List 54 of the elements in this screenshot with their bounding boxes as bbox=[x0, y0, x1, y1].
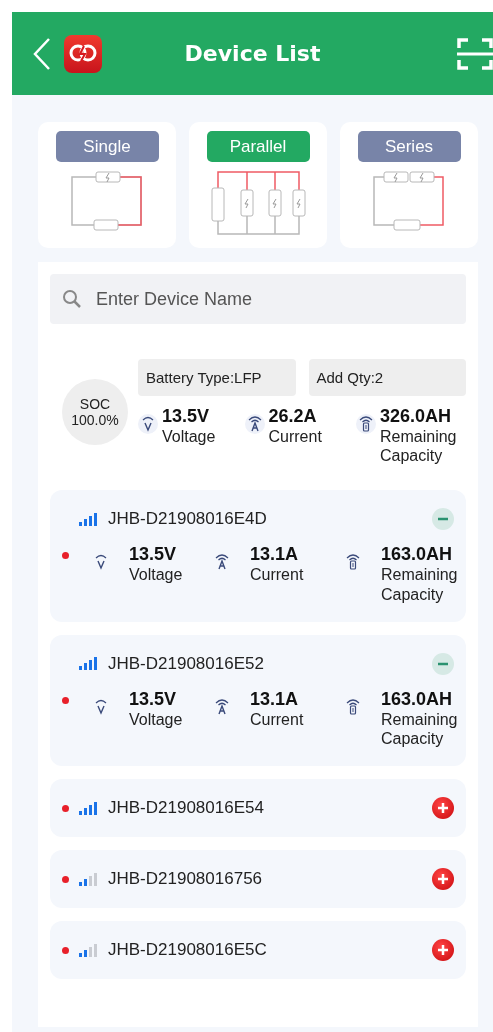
remove-button[interactable] bbox=[432, 652, 454, 675]
add-button[interactable] bbox=[432, 939, 454, 962]
voltage-icon bbox=[138, 414, 158, 434]
page-title: Device List bbox=[184, 41, 321, 66]
device-name: JHB-D21908016E5C bbox=[108, 940, 268, 961]
search-icon bbox=[62, 289, 82, 309]
add-button[interactable] bbox=[432, 797, 454, 820]
battery-type-label: Battery Type:LFP bbox=[138, 359, 296, 396]
quantity-label: Add Qty:2 bbox=[308, 359, 466, 396]
device-name: JHB-D21908016756 bbox=[108, 869, 264, 890]
back-button[interactable] bbox=[32, 36, 52, 71]
device-card[interactable]: JHB-D21908016756 bbox=[50, 850, 466, 909]
plus-icon bbox=[437, 873, 449, 886]
battery-icon bbox=[356, 414, 376, 434]
device-card[interactable]: JHB-D21908016E4D 13.5V Voltage 13.1A Current 163.0AH Remaining Capacity bbox=[50, 490, 466, 622]
plus-icon bbox=[437, 802, 449, 815]
metric-value: 163.0AH bbox=[381, 688, 454, 710]
metric-label: Current bbox=[250, 565, 304, 585]
device-name: JHB-D21908016E4D bbox=[108, 509, 268, 530]
device-card[interactable]: JHB-D21908016E52 13.5V Voltage 13.1A Current 163.0AH Remaining Capacity bbox=[50, 634, 466, 767]
series-circuit-icon bbox=[372, 170, 446, 234]
search-field[interactable]: Enter Device Name bbox=[50, 274, 466, 324]
device-name: JHB-D21908016E52 bbox=[108, 653, 265, 674]
metric-label: Remaining Capacity bbox=[380, 427, 458, 466]
add-button[interactable] bbox=[432, 868, 454, 891]
single-circuit-icon bbox=[70, 170, 144, 234]
current-icon bbox=[244, 414, 265, 434]
remove-button[interactable] bbox=[432, 508, 454, 531]
metric-value: 13.5V bbox=[129, 688, 178, 710]
logo-icon bbox=[64, 34, 102, 73]
metric-value: 13.5V bbox=[162, 406, 211, 427]
metric-value: 13.1A bbox=[250, 544, 300, 566]
metric-label: Remaining Capacity bbox=[381, 565, 458, 604]
parallel-circuit-icon bbox=[210, 170, 306, 236]
metric-label: Voltage bbox=[162, 427, 216, 447]
metric-value: 13.1A bbox=[250, 688, 300, 710]
metric-value: 163.0AH bbox=[381, 544, 454, 566]
mode-tab[interactable]: Series bbox=[357, 131, 461, 162]
metric-value: 13.5V bbox=[129, 544, 178, 566]
metric-label: Current bbox=[250, 709, 304, 729]
scan-button[interactable] bbox=[457, 37, 493, 70]
search-input[interactable]: Enter Device Name bbox=[94, 287, 454, 311]
metric-label: Remaining Capacity bbox=[381, 709, 458, 749]
mode-tab[interactable]: Single bbox=[55, 131, 159, 162]
device-name: JHB-D21908016E54 bbox=[108, 798, 265, 819]
metric-label: Voltage bbox=[129, 565, 183, 585]
device-card[interactable]: JHB-D21908016E54 bbox=[50, 779, 466, 838]
soc-indicator: SOC 100.0% bbox=[62, 379, 128, 446]
metric-value: 26.2A bbox=[268, 406, 318, 427]
device-card[interactable]: JHB-D21908016E5C bbox=[50, 921, 466, 980]
metric-value: 326.0AH bbox=[380, 406, 453, 427]
metric-label: Current bbox=[268, 427, 322, 447]
plus-icon bbox=[437, 944, 449, 957]
metric-label: Voltage bbox=[129, 709, 183, 729]
